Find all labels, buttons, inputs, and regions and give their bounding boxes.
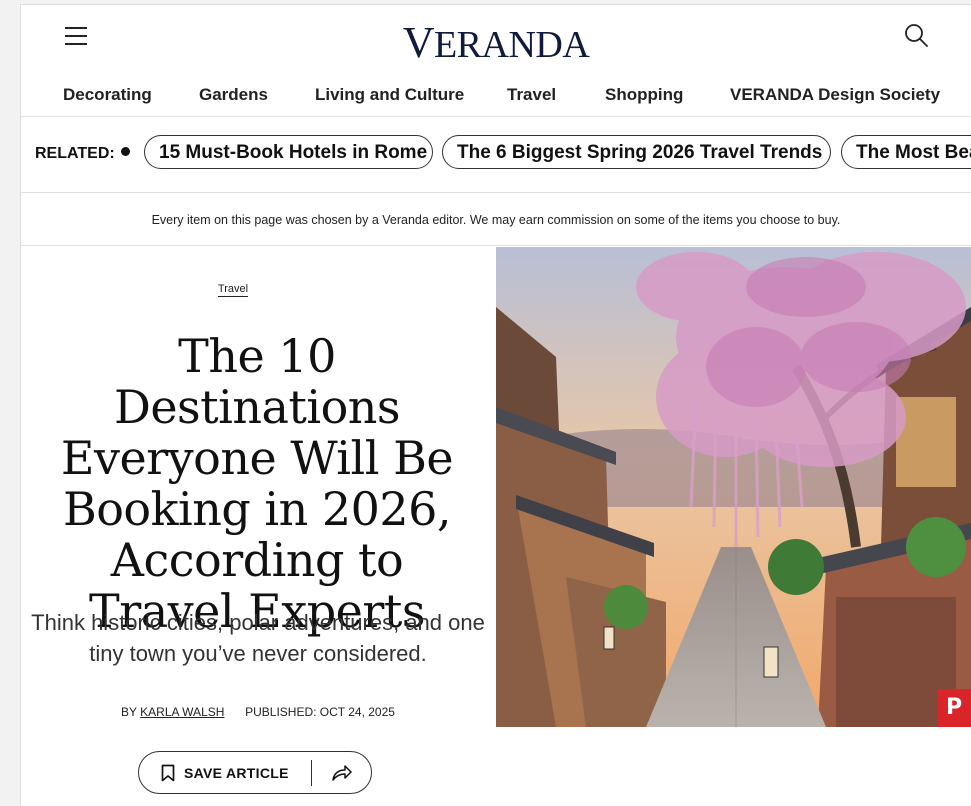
share-arrow-icon [331,764,352,781]
save-share-group: SAVE ARTICLE [138,751,372,794]
nav-item-gardens[interactable]: Gardens [199,85,268,105]
related-pill-spring-trends[interactable]: The 6 Biggest Spring 2026 Travel Trends [442,135,831,169]
related-divider [21,192,971,193]
site-header: VERANDA [21,5,971,75]
page: VERANDA Decorating Gardens Living and Cu… [20,4,971,806]
hero-image [496,247,971,727]
author-link[interactable]: KARLA WALSH [140,705,224,719]
publish-date: PUBLISHED: OCT 24, 2025 [245,705,395,719]
nav-divider [21,116,971,117]
save-article-label: SAVE ARTICLE [184,764,289,781]
category-link[interactable]: Travel [217,283,249,297]
article-header: Travel The 10 Destinations Everyone Will… [21,247,495,806]
related-label: RELATED: [35,145,130,163]
category-tag: Travel [21,283,445,297]
article-dek: Think historic cities, polar adventures,… [31,610,485,666]
nav-item-decorating[interactable]: Decorating [63,85,152,105]
related-bar: RELATED: 15 Must-Book Hotels in Rome The… [21,135,971,175]
nav-item-shopping[interactable]: Shopping [605,85,683,105]
kyoto-street-photo [496,247,971,727]
article-headline: The 10 Destinations Everyone Will Be Boo… [60,329,454,638]
bookmark-icon [161,764,175,781]
byline-prefix: BY [121,705,137,719]
save-article-button[interactable]: SAVE ARTICLE [139,752,311,793]
byline: BY KARLA WALSH PUBLISHED: OCT 24, 2025 [21,705,495,719]
related-pill-most-beautiful[interactable]: The Most Beautiful [841,135,971,169]
nav-item-living-and-culture[interactable]: Living and Culture [315,85,464,105]
pinterest-icon[interactable]: P [937,689,971,727]
share-button[interactable] [312,752,371,793]
veranda-logo[interactable]: VERANDA [21,17,971,68]
affiliate-disclaimer: Every item on this page was chosen by a … [151,213,841,227]
related-pill-rome-hotels[interactable]: 15 Must-Book Hotels in Rome [144,135,433,169]
nav-item-design-society[interactable]: VERANDA Design Society [730,85,940,105]
nav-item-travel[interactable]: Travel [507,85,556,105]
disclaimer-divider [21,245,971,246]
search-icon[interactable] [903,22,929,48]
